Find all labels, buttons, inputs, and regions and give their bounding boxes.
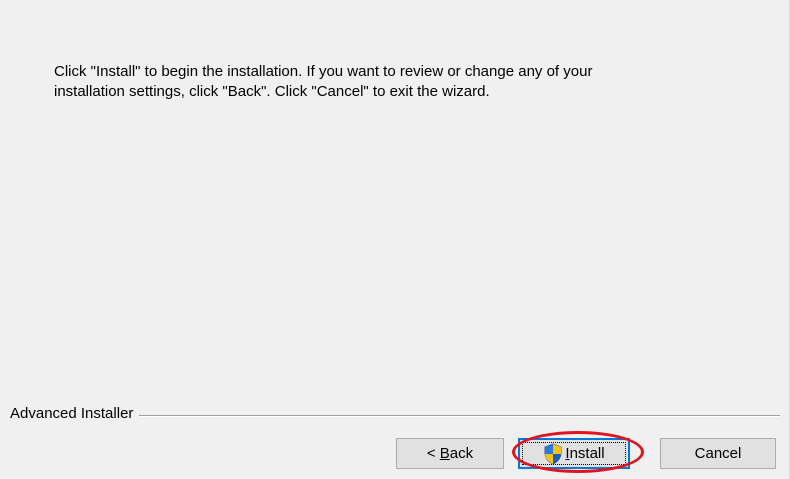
cancel-button-label: Cancel: [694, 445, 742, 462]
ready-to-install-message: Click "Install" to begin the installatio…: [54, 62, 744, 102]
uac-shield-icon: [544, 443, 562, 464]
cancel-button[interactable]: Cancel: [660, 438, 776, 469]
branding-label: Advanced Installer: [10, 404, 140, 424]
install-button-label: nstall: [569, 445, 605, 462]
branding-separator: Advanced Installer: [0, 404, 790, 424]
message-line-1: Click "Install" to begin the installatio…: [54, 63, 593, 80]
back-button[interactable]: < Back: [396, 438, 504, 469]
install-button[interactable]: Install: [518, 438, 630, 469]
message-line-2: installation settings, click "Back". Cli…: [54, 83, 490, 100]
back-button-prefix: <: [426, 445, 440, 462]
back-button-label: ack: [449, 445, 474, 462]
back-button-mnemonic: B: [439, 445, 450, 462]
installer-dialog: Click "Install" to begin the installatio…: [0, 0, 790, 479]
